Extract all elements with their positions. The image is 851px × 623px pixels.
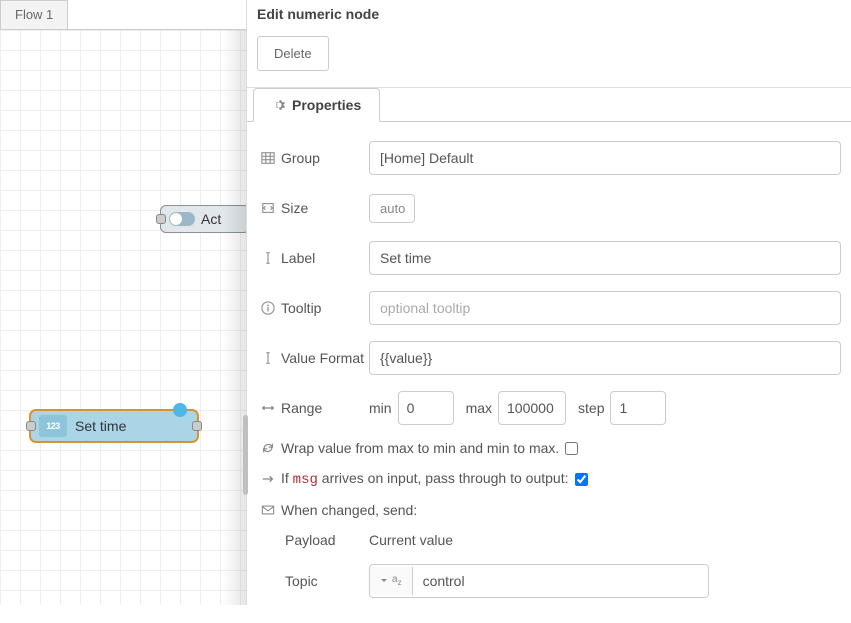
text-cursor-icon <box>261 351 275 365</box>
label-valueformat: Value Format <box>281 350 364 366</box>
valueformat-input[interactable] <box>369 341 841 375</box>
row-wrap: Wrap value from max to min and min to ma… <box>261 440 841 456</box>
flow-canvas[interactable]: Flow 1 Act 123 Set time <box>0 0 246 605</box>
table-icon <box>261 151 275 165</box>
panel-tabs: Properties <box>247 87 851 122</box>
min-input[interactable] <box>398 391 454 425</box>
label-min: min <box>369 400 392 416</box>
properties-form: Group Size auto Label Tooltip <box>247 122 851 623</box>
tab-properties[interactable]: Properties <box>253 88 380 122</box>
flow-grid[interactable]: Act 123 Set time <box>0 30 246 605</box>
label-label: Label <box>281 250 315 266</box>
node-numeric-settime[interactable]: 123 Set time <box>30 410 198 442</box>
delete-row: Delete <box>247 28 851 88</box>
wrap-checkbox[interactable] <box>565 442 578 455</box>
label-range: Range <box>281 400 322 416</box>
row-range: Range min max step <box>261 390 841 426</box>
size-icon <box>261 201 275 215</box>
row-payload: Payload Current value <box>261 532 841 548</box>
panel-shadow <box>222 30 246 605</box>
delete-button[interactable]: Delete <box>257 36 329 71</box>
topic-type-selector[interactable]: az <box>370 567 413 595</box>
payload-value: Current value <box>369 532 453 548</box>
label-group: Group <box>281 150 320 166</box>
row-tooltip: Tooltip <box>261 290 841 326</box>
arrows-h-icon <box>261 401 275 415</box>
node-port-in[interactable] <box>156 214 166 224</box>
flow-tabs: Flow 1 <box>0 0 246 30</box>
caret-down-icon <box>380 577 388 585</box>
gear-icon <box>272 98 286 112</box>
topic-typed-input[interactable]: az <box>369 564 709 598</box>
edit-panel: Edit numeric node Delete Properties Grou… <box>246 0 851 605</box>
label-step: step <box>578 400 604 416</box>
info-icon <box>261 301 275 315</box>
tooltip-input[interactable] <box>369 291 841 325</box>
label-payload: Payload <box>285 532 369 548</box>
row-valueformat: Value Format <box>261 340 841 376</box>
refresh-icon <box>261 441 275 455</box>
row-whenchanged: When changed, send: <box>261 502 841 518</box>
node-label: Set time <box>75 418 126 434</box>
whenchanged-text: When changed, send: <box>281 502 417 518</box>
envelope-icon <box>261 503 275 517</box>
numeric-icon: 123 <box>39 415 67 437</box>
node-port-out[interactable] <box>192 421 202 431</box>
arrow-right-icon <box>261 472 275 486</box>
tab-label: Properties <box>292 97 361 113</box>
scroll-handle[interactable] <box>243 415 248 495</box>
row-topic: Topic az <box>261 564 841 598</box>
text-cursor-icon <box>261 251 275 265</box>
row-size: Size auto <box>261 190 841 226</box>
row-label: Label <box>261 240 841 276</box>
node-changed-dot <box>173 403 187 417</box>
passthrough-text: If msg arrives on input, pass through to… <box>281 470 569 488</box>
panel-title: Edit numeric node <box>247 0 851 28</box>
size-button[interactable]: auto <box>369 194 415 223</box>
node-label: Act <box>201 211 221 227</box>
label-input[interactable] <box>369 241 841 275</box>
wrap-text: Wrap value from max to min and min to ma… <box>281 440 559 456</box>
label-size: Size <box>281 200 308 216</box>
max-input[interactable] <box>498 391 566 425</box>
row-group: Group <box>261 140 841 176</box>
step-input[interactable] <box>610 391 666 425</box>
az-icon: az <box>392 575 402 587</box>
label-max: max <box>466 400 492 416</box>
passthrough-checkbox[interactable] <box>575 473 588 486</box>
row-passthrough: If msg arrives on input, pass through to… <box>261 470 841 488</box>
label-tooltip: Tooltip <box>281 300 321 316</box>
node-port-in[interactable] <box>26 421 36 431</box>
msg-code: msg <box>293 472 318 488</box>
flow-tab[interactable]: Flow 1 <box>0 0 68 29</box>
group-select[interactable] <box>369 141 841 175</box>
topic-input[interactable] <box>413 565 708 597</box>
label-topic: Topic <box>285 573 369 589</box>
toggle-icon <box>169 212 195 226</box>
